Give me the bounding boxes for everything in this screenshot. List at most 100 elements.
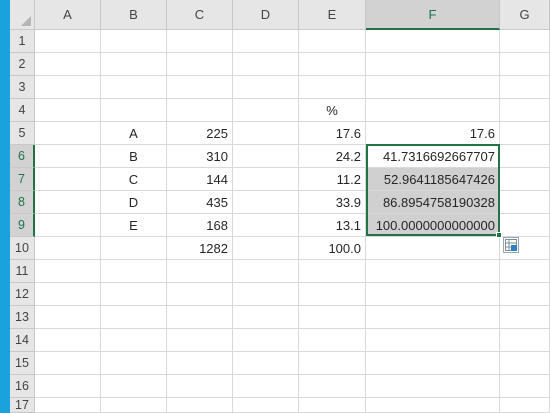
row-header-17[interactable]: 17 — [10, 398, 35, 413]
row-header-1[interactable]: 1 — [10, 30, 35, 53]
cell-f8[interactable]: 86.8954758190328 — [366, 191, 500, 214]
cell-d14[interactable] — [233, 329, 299, 352]
cell-e14[interactable] — [299, 329, 366, 352]
cell-g1[interactable] — [500, 30, 550, 53]
cell-b15[interactable] — [101, 352, 167, 375]
cell-c2[interactable] — [167, 53, 233, 76]
cell-c17[interactable] — [167, 398, 233, 413]
cell-b12[interactable] — [101, 283, 167, 306]
cell-c12[interactable] — [167, 283, 233, 306]
cell-f4[interactable] — [366, 99, 500, 122]
cell-b6[interactable]: B — [101, 145, 167, 168]
cell-d11[interactable] — [233, 260, 299, 283]
row-header-6[interactable]: 6 — [10, 145, 35, 168]
column-header-g[interactable]: G — [500, 0, 550, 30]
cell-b8[interactable]: D — [101, 191, 167, 214]
cell-a1[interactable] — [35, 30, 101, 53]
row-header-4[interactable]: 4 — [10, 99, 35, 122]
cell-a5[interactable] — [35, 122, 101, 145]
cell-a8[interactable] — [35, 191, 101, 214]
cell-a9[interactable] — [35, 214, 101, 237]
row-header-13[interactable]: 13 — [10, 306, 35, 329]
cell-b13[interactable] — [101, 306, 167, 329]
quick-analysis-button[interactable] — [503, 237, 519, 253]
cell-a17[interactable] — [35, 398, 101, 413]
cell-a3[interactable] — [35, 76, 101, 99]
cell-g6[interactable] — [500, 145, 550, 168]
cell-f5[interactable]: 17.6 — [366, 122, 500, 145]
cell-f16[interactable] — [366, 375, 500, 398]
cell-g4[interactable] — [500, 99, 550, 122]
fill-handle[interactable] — [496, 232, 502, 238]
cell-g11[interactable] — [500, 260, 550, 283]
cell-a2[interactable] — [35, 53, 101, 76]
cell-g15[interactable] — [500, 352, 550, 375]
row-header-11[interactable]: 11 — [10, 260, 35, 283]
cell-e6[interactable]: 24.2 — [299, 145, 366, 168]
column-header-b[interactable]: B — [101, 0, 167, 30]
cell-g2[interactable] — [500, 53, 550, 76]
cell-e7[interactable]: 11.2 — [299, 168, 366, 191]
cell-c16[interactable] — [167, 375, 233, 398]
cell-g7[interactable] — [500, 168, 550, 191]
cell-c15[interactable] — [167, 352, 233, 375]
row-header-8[interactable]: 8 — [10, 191, 35, 214]
cell-f14[interactable] — [366, 329, 500, 352]
cell-c8[interactable]: 435 — [167, 191, 233, 214]
cell-c9[interactable]: 168 — [167, 214, 233, 237]
row-header-7[interactable]: 7 — [10, 168, 35, 191]
cell-e8[interactable]: 33.9 — [299, 191, 366, 214]
cell-b7[interactable]: C — [101, 168, 167, 191]
cell-e17[interactable] — [299, 398, 366, 413]
cell-d3[interactable] — [233, 76, 299, 99]
cell-b2[interactable] — [101, 53, 167, 76]
cell-a6[interactable] — [35, 145, 101, 168]
cell-a11[interactable] — [35, 260, 101, 283]
cell-f6[interactable]: 41.7316692667707 — [366, 145, 500, 168]
cell-d16[interactable] — [233, 375, 299, 398]
row-header-2[interactable]: 2 — [10, 53, 35, 76]
cell-f10[interactable] — [366, 237, 500, 260]
cell-d4[interactable] — [233, 99, 299, 122]
cell-a7[interactable] — [35, 168, 101, 191]
cell-f12[interactable] — [366, 283, 500, 306]
cell-d15[interactable] — [233, 352, 299, 375]
row-header-10[interactable]: 10 — [10, 237, 35, 260]
cell-a14[interactable] — [35, 329, 101, 352]
cell-f11[interactable] — [366, 260, 500, 283]
cell-c1[interactable] — [167, 30, 233, 53]
cell-f15[interactable] — [366, 352, 500, 375]
column-header-d[interactable]: D — [233, 0, 299, 30]
cell-e11[interactable] — [299, 260, 366, 283]
cell-b1[interactable] — [101, 30, 167, 53]
cell-c5[interactable]: 225 — [167, 122, 233, 145]
cell-d9[interactable] — [233, 214, 299, 237]
cell-c13[interactable] — [167, 306, 233, 329]
cell-d7[interactable] — [233, 168, 299, 191]
row-header-15[interactable]: 15 — [10, 352, 35, 375]
cell-f1[interactable] — [366, 30, 500, 53]
cell-e16[interactable] — [299, 375, 366, 398]
cell-d2[interactable] — [233, 53, 299, 76]
cell-e15[interactable] — [299, 352, 366, 375]
cell-g3[interactable] — [500, 76, 550, 99]
cell-g17[interactable] — [500, 398, 550, 413]
cell-a15[interactable] — [35, 352, 101, 375]
cell-c3[interactable] — [167, 76, 233, 99]
cell-e13[interactable] — [299, 306, 366, 329]
column-header-a[interactable]: A — [35, 0, 101, 30]
cell-e2[interactable] — [299, 53, 366, 76]
cell-b16[interactable] — [101, 375, 167, 398]
cell-f2[interactable] — [366, 53, 500, 76]
row-header-14[interactable]: 14 — [10, 329, 35, 352]
cell-a4[interactable] — [35, 99, 101, 122]
row-header-16[interactable]: 16 — [10, 375, 35, 398]
cell-d1[interactable] — [233, 30, 299, 53]
cell-c14[interactable] — [167, 329, 233, 352]
cell-g8[interactable] — [500, 191, 550, 214]
cell-e12[interactable] — [299, 283, 366, 306]
row-header-5[interactable]: 5 — [10, 122, 35, 145]
cell-a16[interactable] — [35, 375, 101, 398]
cell-b14[interactable] — [101, 329, 167, 352]
cell-d10[interactable] — [233, 237, 299, 260]
